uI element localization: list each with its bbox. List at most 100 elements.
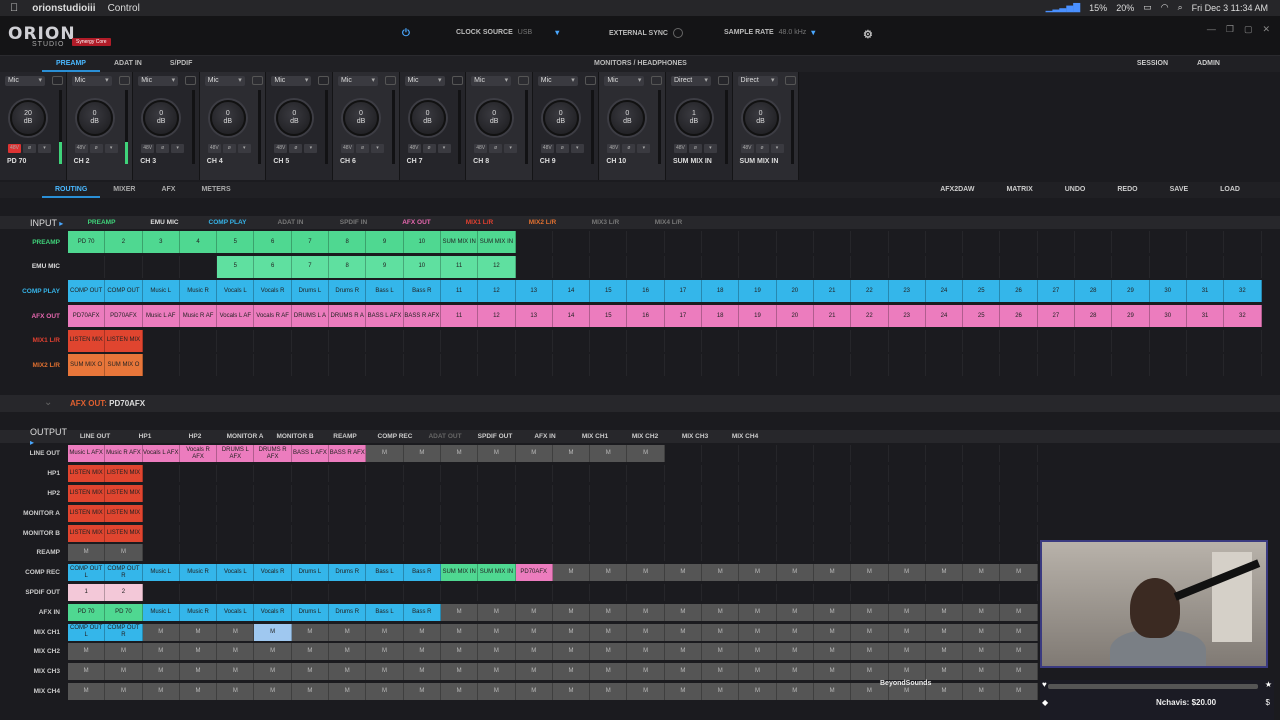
empty-cell[interactable] — [1038, 255, 1076, 278]
battery-icon[interactable]: ▭ — [1143, 2, 1152, 13]
route-cell[interactable]: M — [440, 643, 479, 661]
pad-button[interactable]: ▾ — [770, 144, 784, 153]
empty-cell[interactable] — [478, 524, 516, 542]
undo-button[interactable]: UNDO — [1065, 182, 1086, 198]
route-cell[interactable]: M — [813, 682, 852, 700]
route-cell[interactable]: 20 — [776, 305, 814, 328]
route-cell[interactable]: 17 — [664, 305, 703, 328]
empty-cell[interactable] — [851, 583, 889, 601]
pad-button[interactable]: ▾ — [171, 144, 185, 153]
route-cell[interactable]: M — [403, 663, 441, 681]
empty-cell[interactable] — [889, 255, 926, 278]
empty-cell[interactable] — [217, 544, 255, 562]
toggle-icon[interactable] — [673, 28, 683, 38]
input-type-select[interactable]: Mic — [5, 76, 45, 86]
empty-cell[interactable] — [889, 544, 926, 562]
route-cell[interactable]: M — [105, 663, 143, 681]
empty-cell[interactable] — [478, 329, 516, 352]
empty-cell[interactable] — [777, 583, 814, 601]
route-cell[interactable]: M — [925, 623, 964, 641]
route-cell[interactable]: M — [776, 663, 814, 681]
route-cell[interactable]: M — [925, 643, 964, 661]
empty-cell[interactable] — [254, 465, 292, 483]
input-type-select[interactable]: Mic — [138, 76, 179, 86]
route-cell[interactable]: M — [217, 623, 255, 641]
route-cell[interactable]: Music L — [142, 603, 180, 621]
route-cell[interactable]: Vocals L — [217, 603, 255, 621]
empty-cell[interactable] — [889, 484, 926, 502]
empty-cell[interactable] — [217, 583, 255, 601]
empty-cell[interactable] — [1224, 231, 1262, 254]
route-cell[interactable]: M — [1000, 682, 1038, 700]
empty-cell[interactable] — [627, 583, 665, 601]
empty-cell[interactable] — [665, 544, 703, 562]
empty-cell[interactable] — [814, 524, 852, 542]
route-cell[interactable]: M — [888, 623, 926, 641]
route-cell[interactable]: M — [291, 643, 330, 661]
route-cell[interactable]: SUM MIX O — [105, 354, 143, 377]
phase-button[interactable]: ø — [422, 144, 436, 153]
empty-cell[interactable] — [627, 484, 665, 502]
empty-cell[interactable] — [851, 504, 889, 522]
empty-cell[interactable] — [254, 544, 292, 562]
empty-cell[interactable] — [590, 583, 628, 601]
route-cell[interactable]: Bass L — [366, 280, 404, 303]
app-name[interactable]: orionstudioiii — [32, 3, 95, 14]
route-cell[interactable]: 14 — [552, 305, 591, 328]
route-cell[interactable]: 7 — [291, 231, 330, 254]
route-cell[interactable]: Vocals L AFX — [142, 445, 180, 463]
input-source-tab[interactable]: MIX4 L/R — [637, 219, 700, 226]
route-cell[interactable]: M — [68, 682, 106, 700]
empty-cell[interactable] — [516, 329, 553, 352]
route-cell[interactable]: M — [515, 663, 553, 681]
empty-cell[interactable] — [963, 255, 1001, 278]
pad-button[interactable]: ▾ — [703, 144, 717, 153]
gain-knob[interactable]: 0 dB — [76, 100, 113, 136]
empty-cell[interactable] — [702, 465, 740, 483]
empty-cell[interactable] — [627, 255, 665, 278]
sample-rate[interactable]: SAMPLE RATE 48.0 kHz ▾ — [724, 28, 815, 37]
route-cell[interactable]: M — [627, 623, 665, 641]
clock-source-value[interactable]: USB — [518, 29, 532, 36]
empty-cell[interactable] — [404, 354, 441, 377]
empty-cell[interactable] — [590, 544, 628, 562]
empty-cell[interactable] — [1038, 329, 1076, 352]
empty-cell[interactable] — [814, 504, 852, 522]
empty-cell[interactable] — [553, 329, 591, 352]
empty-cell[interactable] — [366, 524, 404, 542]
route-cell[interactable]: Drums R — [329, 280, 367, 303]
empty-cell[interactable] — [180, 465, 218, 483]
empty-cell[interactable] — [777, 445, 814, 463]
route-cell[interactable]: M — [440, 623, 479, 641]
route-cell[interactable]: 1 — [68, 583, 106, 601]
close-icon[interactable]: ✕ — [1262, 24, 1270, 35]
empty-cell[interactable] — [665, 329, 703, 352]
empty-cell[interactable] — [516, 524, 553, 542]
route-cell[interactable]: M — [963, 682, 1001, 700]
input-type-select[interactable]: Mic — [204, 76, 245, 86]
gain-knob[interactable]: 1 dB — [675, 100, 712, 136]
output-tab[interactable]: MIX CH2 — [620, 433, 670, 440]
tab-preamp[interactable]: PREAMP — [42, 56, 100, 72]
empty-cell[interactable] — [217, 504, 255, 522]
empty-cell[interactable] — [553, 354, 591, 377]
save-button[interactable]: SAVE — [1170, 182, 1189, 198]
route-cell[interactable]: M — [440, 445, 479, 463]
apple-icon[interactable]:  — [10, 2, 18, 14]
route-cell[interactable]: 13 — [515, 280, 553, 303]
route-cell[interactable]: M — [627, 445, 665, 463]
route-cell[interactable]: M — [739, 643, 777, 661]
route-cell[interactable]: M — [963, 603, 1001, 621]
route-cell[interactable]: M — [105, 682, 143, 700]
empty-cell[interactable] — [292, 583, 330, 601]
route-cell[interactable]: M — [142, 623, 180, 641]
empty-cell[interactable] — [217, 484, 255, 502]
route-cell[interactable]: M — [851, 643, 889, 661]
route-cell[interactable]: Music R — [179, 280, 218, 303]
empty-cell[interactable] — [814, 445, 852, 463]
input-type-select[interactable]: Mic — [404, 76, 445, 86]
empty-cell[interactable] — [441, 329, 479, 352]
route-cell[interactable]: M — [142, 643, 180, 661]
route-cell[interactable]: M — [776, 603, 814, 621]
route-cell[interactable]: M — [403, 623, 441, 641]
